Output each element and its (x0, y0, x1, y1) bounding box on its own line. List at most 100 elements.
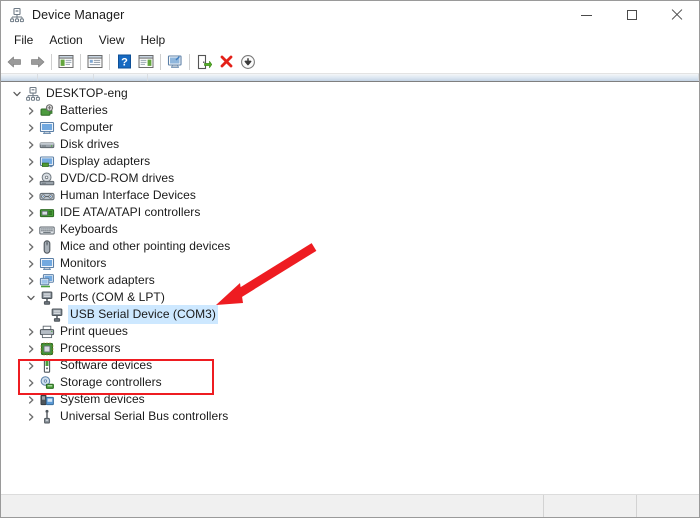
show-hide-pane-button[interactable] (135, 51, 157, 72)
chevron-right-icon[interactable] (23, 273, 39, 289)
tree-node-human-interface-devices[interactable]: Human Interface Devices (1, 187, 699, 204)
chevron-right-icon[interactable] (23, 256, 39, 272)
tree-node-storage-controllers[interactable]: Storage controllers (1, 374, 699, 391)
title-bar: Device Manager (1, 1, 699, 29)
chevron-right-icon[interactable] (23, 205, 39, 221)
device-manager-icon (9, 7, 25, 23)
chevron-right-icon[interactable] (23, 392, 39, 408)
tree-node-label: Print queues (60, 323, 128, 340)
chevron-down-icon[interactable] (23, 290, 39, 306)
menu-action[interactable]: Action (41, 31, 90, 49)
tree-node-mice-and-other-pointing-devices[interactable]: Mice and other pointing devices (1, 238, 699, 255)
chevron-right-icon[interactable] (23, 137, 39, 153)
header-col-4 (148, 74, 699, 81)
tree-node-desktop-eng[interactable]: DESKTOP-eng (1, 85, 699, 102)
close-button[interactable] (654, 1, 699, 29)
tree-node-label: Network adapters (60, 272, 155, 289)
minimize-icon (581, 15, 592, 16)
maximize-icon (627, 10, 637, 20)
storage-controller-icon (39, 375, 55, 391)
chevron-right-icon[interactable] (23, 188, 39, 204)
column-header-strip (1, 74, 699, 82)
tree-node-label: Ports (COM & LPT) (60, 289, 165, 306)
tree-node-computer[interactable]: Computer (1, 119, 699, 136)
mouse-icon (39, 239, 55, 255)
disable-device-button[interactable] (237, 51, 259, 72)
menu-view[interactable]: View (91, 31, 133, 49)
separator-1 (51, 54, 52, 70)
tree-node-label: Processors (60, 340, 121, 357)
tree-node-label: System devices (60, 391, 145, 408)
chevron-right-icon[interactable] (23, 375, 39, 391)
window-title: Device Manager (32, 8, 124, 22)
show-hide-tree-button[interactable] (55, 51, 77, 72)
minimize-button[interactable] (564, 1, 609, 29)
tree-node-label: Software devices (60, 357, 152, 374)
header-col-3 (94, 74, 148, 81)
chevron-right-icon[interactable] (23, 222, 39, 238)
chevron-right-icon[interactable] (23, 120, 39, 136)
console-tree-icon (58, 54, 74, 69)
chevron-right-icon[interactable] (23, 154, 39, 170)
tree-node-dvd-cdrom-drives[interactable]: DVD/CD-ROM drives (1, 170, 699, 187)
tree-node-processors[interactable]: Processors (1, 340, 699, 357)
help-button[interactable]: ? (113, 51, 135, 72)
forward-button[interactable] (26, 51, 48, 72)
display-adapter-icon (39, 154, 55, 170)
help-question-icon: ? (117, 54, 132, 69)
tree-node-label: Keyboards (60, 221, 118, 238)
software-device-icon (39, 358, 55, 374)
tree-node-display-adapters[interactable]: Display adapters (1, 153, 699, 170)
tree-node-disk-drives[interactable]: Disk drives (1, 136, 699, 153)
device-manager-window: Device Manager File Action View Help (0, 0, 700, 518)
menu-help[interactable]: Help (133, 31, 174, 49)
properties-icon (87, 54, 103, 69)
update-driver-button[interactable] (193, 51, 215, 72)
tree-node-label: Computer (60, 119, 113, 136)
ide-controller-icon (39, 205, 55, 221)
chevron-right-icon[interactable] (23, 103, 39, 119)
tree-node-ports-com-lpt[interactable]: Ports (COM & LPT) (1, 289, 699, 306)
chevron-right-icon[interactable] (23, 409, 39, 425)
scan-hardware-button[interactable] (164, 51, 186, 72)
svg-text:?: ? (121, 56, 128, 68)
window-controls (564, 1, 699, 29)
chevron-right-icon[interactable] (23, 171, 39, 187)
tree-node-software-devices[interactable]: Software devices (1, 357, 699, 374)
battery-icon (39, 103, 55, 119)
tree-node-print-queues[interactable]: Print queues (1, 323, 699, 340)
tree-node-system-devices[interactable]: System devices (1, 391, 699, 408)
action-pane-icon (138, 54, 154, 69)
chevron-right-icon[interactable] (23, 239, 39, 255)
menu-file[interactable]: File (6, 31, 41, 49)
uninstall-button[interactable] (215, 51, 237, 72)
scan-monitor-icon (167, 54, 184, 69)
separator-2 (80, 54, 81, 70)
chevron-down-icon[interactable] (9, 86, 25, 102)
tree-node-ide-ata-atapi-controllers[interactable]: IDE ATA/ATAPI controllers (1, 204, 699, 221)
down-arrow-circle-icon (240, 54, 256, 70)
maximize-button[interactable] (609, 1, 654, 29)
network-adapter-icon (39, 273, 55, 289)
header-col-1 (1, 74, 38, 81)
back-button[interactable] (4, 51, 26, 72)
tree-node-usb-serial-device-com3[interactable]: USB Serial Device (COM3) (1, 306, 699, 323)
tree-node-label: Display adapters (60, 153, 150, 170)
port-icon (49, 307, 65, 323)
red-x-icon (219, 54, 234, 69)
tree-node-monitors[interactable]: Monitors (1, 255, 699, 272)
header-col-2 (38, 74, 94, 81)
tree-node-keyboards[interactable]: Keyboards (1, 221, 699, 238)
device-tree[interactable]: DESKTOP-eng Batteries (1, 82, 699, 490)
tree-node-universal-serial-bus-controllers[interactable]: Universal Serial Bus controllers (1, 408, 699, 425)
dvd-drive-icon (39, 171, 55, 187)
menu-bar: File Action View Help (1, 29, 699, 50)
chevron-right-icon[interactable] (23, 324, 39, 340)
properties-button[interactable] (84, 51, 106, 72)
chevron-right-icon[interactable] (23, 341, 39, 357)
port-icon (39, 290, 55, 306)
chevron-right-icon[interactable] (23, 358, 39, 374)
tree-node-batteries[interactable]: Batteries (1, 102, 699, 119)
tree-node-network-adapters[interactable]: Network adapters (1, 272, 699, 289)
monitor-icon (39, 256, 55, 272)
